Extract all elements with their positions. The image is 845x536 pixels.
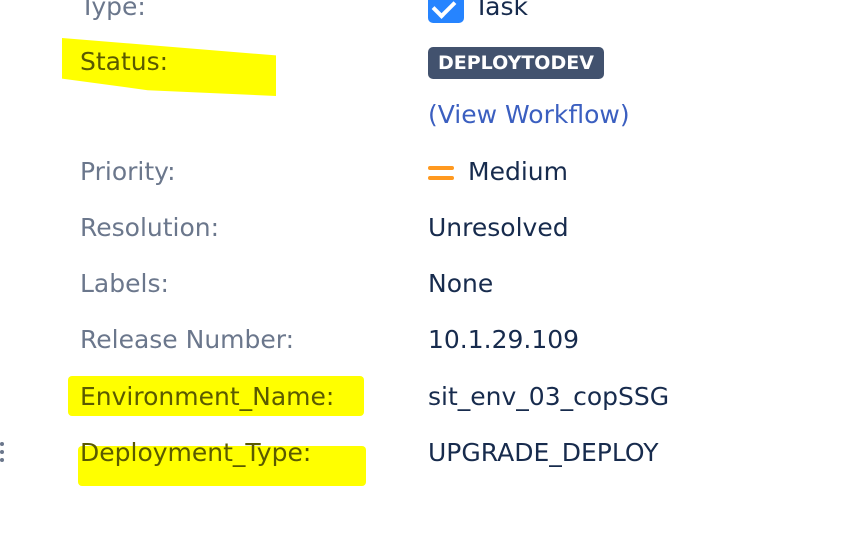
- status-label: Status:: [80, 47, 169, 76]
- deployment-type-label: Deployment_Type:: [80, 438, 312, 467]
- status-badge[interactable]: DEPLOYTODEV: [428, 47, 604, 79]
- priority-label: Priority:: [80, 157, 176, 186]
- view-workflow-link[interactable]: (View Workflow): [428, 100, 630, 130]
- task-checkbox-icon: [428, 0, 464, 23]
- drag-handle-icon[interactable]: [0, 442, 4, 466]
- environment-name-value: sit_env_03_copSSG: [428, 382, 670, 411]
- priority-text: Medium: [468, 157, 568, 186]
- resolution-value: Unresolved: [428, 213, 569, 242]
- type-label: Type:: [80, 0, 146, 21]
- type-value: Task: [428, 0, 528, 23]
- release-number-value: 10.1.29.109: [428, 325, 580, 354]
- priority-value: Medium: [428, 157, 568, 187]
- type-text: Task: [474, 0, 528, 21]
- labels-label: Labels:: [80, 269, 169, 298]
- priority-medium-icon: [428, 164, 454, 182]
- labels-value[interactable]: None: [428, 269, 493, 299]
- release-number-label: Release Number:: [80, 325, 295, 354]
- resolution-label: Resolution:: [80, 213, 220, 242]
- environment-name-label: Environment_Name:: [80, 382, 335, 411]
- deployment-type-value: UPGRADE_DEPLOY: [428, 438, 659, 467]
